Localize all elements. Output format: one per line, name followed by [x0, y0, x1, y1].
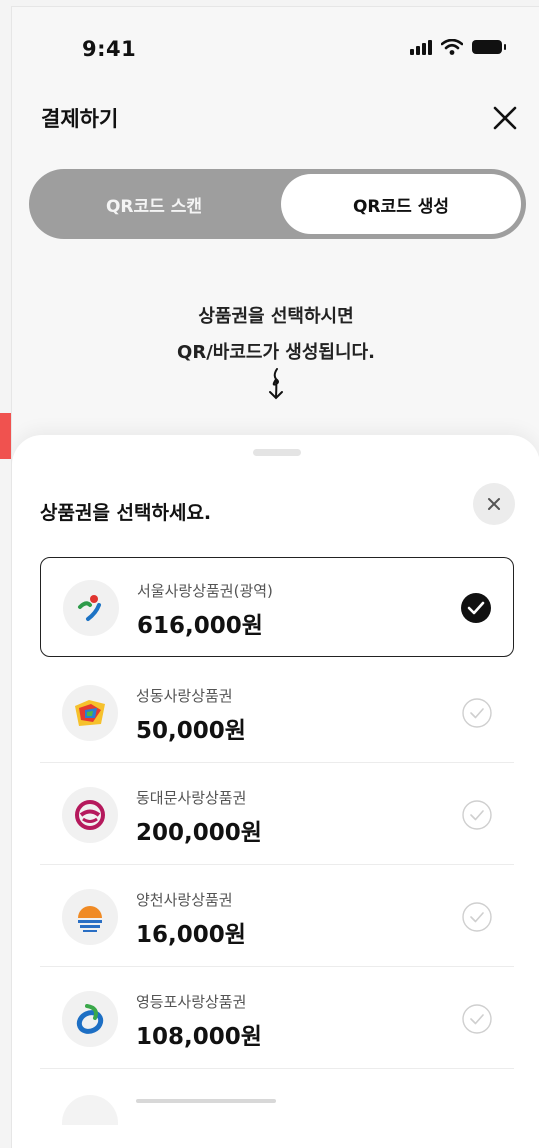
instruction-line-1: 상품권을 선택하시면 [198, 306, 354, 327]
list-divider [40, 762, 514, 763]
voucher-bottom-sheet: 상품권을 선택하세요. 서울사랑상품권(광역) 616,000원 성동사랑상품권… [12, 435, 539, 1148]
unchecked-icon[interactable] [462, 800, 492, 830]
partial-text-line [136, 1099, 276, 1103]
voucher-item-partial [40, 1085, 514, 1125]
yeongdeungpo-logo-icon [62, 991, 118, 1047]
partial-logo-circle [62, 1095, 118, 1125]
status-time: 9:41 [82, 37, 137, 61]
seoul-logo-icon [63, 580, 119, 636]
unchecked-icon[interactable] [462, 902, 492, 932]
voucher-name: 영등포사랑상품권 [136, 993, 247, 1011]
instruction-text: 상품권을 선택하시면 QR/바코드가 생성됩니다. [12, 299, 539, 371]
voucher-amount: 200,000원 [136, 820, 262, 846]
voucher-item-yangcheon[interactable]: 양천사랑상품권 16,000원 [40, 867, 514, 967]
voucher-item-yeongdeungpo[interactable]: 영등포사랑상품권 108,000원 [40, 969, 514, 1069]
voucher-name: 서울사랑상품권(광역) [137, 582, 273, 600]
voucher-item-seongdong[interactable]: 성동사랑상품권 50,000원 [40, 663, 514, 763]
sheet-title: 상품권을 선택하세요. [40, 502, 212, 524]
voucher-amount: 108,000원 [136, 1024, 262, 1050]
sheet-close-button[interactable] [473, 483, 515, 525]
list-divider [40, 864, 514, 865]
wifi-icon [441, 39, 463, 55]
hand-drawn-arrow-icon [269, 368, 283, 400]
signal-icon [410, 39, 432, 55]
unchecked-icon[interactable] [462, 698, 492, 728]
instruction-line-2: QR/바코드가 생성됩니다. [177, 342, 375, 363]
seongdong-logo-icon [62, 685, 118, 741]
voucher-name: 양천사랑상품권 [136, 891, 233, 909]
payment-mode-toggle: QR코드 스캔 QR코드 생성 [29, 169, 526, 239]
voucher-item-dongdaemun[interactable]: 동대문사랑상품권 200,000원 [40, 765, 514, 865]
voucher-item-seoul[interactable]: 서울사랑상품권(광역) 616,000원 [40, 557, 514, 657]
yangcheon-logo-icon [62, 889, 118, 945]
dongdaemun-logo-icon [62, 787, 118, 843]
checked-icon[interactable] [461, 593, 491, 623]
sheet-grabber[interactable] [253, 449, 301, 456]
status-icons [410, 39, 506, 55]
phone-screen: 9:41 결제하기 QR코드 스캔 QR코드 생성 상품권을 선택하시면 QR/… [11, 6, 539, 1148]
tab-qr-generate[interactable]: QR코드 생성 [281, 174, 521, 234]
close-icon [488, 498, 500, 510]
battery-icon [472, 40, 506, 54]
list-divider [40, 966, 514, 967]
voucher-amount: 16,000원 [136, 922, 246, 948]
unchecked-icon[interactable] [462, 1004, 492, 1034]
voucher-name: 동대문사랑상품권 [136, 789, 247, 807]
voucher-name: 성동사랑상품권 [136, 687, 233, 705]
close-icon[interactable] [490, 103, 520, 133]
voucher-amount: 616,000원 [137, 613, 263, 639]
list-divider [40, 1068, 514, 1069]
voucher-amount: 50,000원 [136, 718, 246, 744]
page-title: 결제하기 [41, 107, 119, 131]
tab-qr-scan[interactable]: QR코드 스캔 [29, 169, 279, 239]
